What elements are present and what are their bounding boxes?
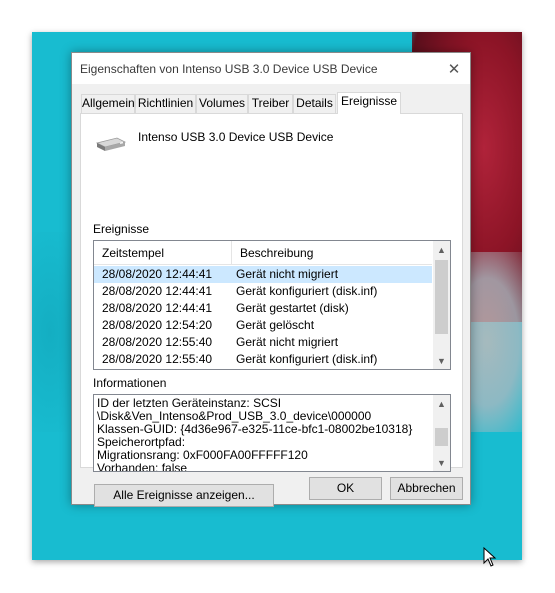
cancel-button[interactable]: Abbrechen: [390, 477, 463, 500]
information-text: ID der letzten Geräteinstanz: SCSI \Disk…: [97, 397, 432, 472]
event-row[interactable]: 28/08/2020 12:55:40 Gerät nicht migriert: [94, 334, 432, 351]
event-row[interactable]: 28/08/2020 12:55:40 Gerät konfiguriert (…: [94, 351, 432, 368]
usb-drive-icon: [95, 137, 127, 151]
tab-panel-ereignisse: Intenso USB 3.0 Device USB Device Ereign…: [80, 113, 463, 507]
show-all-events-button[interactable]: Alle Ereignisse anzeigen...: [94, 484, 274, 507]
events-scrollbar[interactable]: ▲ ▼: [433, 241, 450, 369]
event-description: Gerät gelöscht: [236, 318, 315, 332]
information-scrollbar[interactable]: ▲ ▼: [433, 395, 450, 471]
info-line: Vorhanden: false: [97, 461, 188, 472]
tab-ereignisse[interactable]: Ereignisse: [337, 92, 401, 114]
event-row[interactable]: 28/08/2020 12:54:20 Gerät gelöscht: [94, 317, 432, 334]
close-button[interactable]: ✕: [438, 53, 470, 84]
tab-allgemein[interactable]: Allgemein: [81, 94, 135, 113]
scroll-up-icon[interactable]: ▲: [433, 241, 450, 258]
event-timestamp: 28/08/2020 12:44:41: [102, 284, 213, 298]
event-timestamp: 28/08/2020 12:44:41: [102, 301, 213, 315]
event-row[interactable]: 28/08/2020 12:44:41 Gerät nicht migriert: [94, 266, 432, 283]
event-row[interactable]: 28/08/2020 12:44:41 Gerät gestartet (dis…: [94, 300, 432, 317]
properties-dialog: Eigenschaften von Intenso USB 3.0 Device…: [71, 52, 471, 507]
events-list[interactable]: Zeitstempel Beschreibung 28/08/2020 12:4…: [93, 240, 451, 370]
title-bar[interactable]: Eigenschaften von Intenso USB 3.0 Device…: [72, 53, 470, 84]
event-timestamp: 28/08/2020 12:55:40: [102, 335, 213, 349]
event-row[interactable]: 28/08/2020 12:44:41 Gerät konfiguriert (…: [94, 283, 432, 300]
tab-details[interactable]: Details: [293, 94, 336, 113]
event-timestamp: 28/08/2020 12:54:20: [102, 318, 213, 332]
event-description: Gerät konfiguriert (disk.inf): [236, 352, 378, 366]
event-description: Gerät gestartet (disk): [236, 301, 349, 315]
ok-button[interactable]: OK: [309, 477, 382, 500]
event-description: Gerät nicht migriert: [236, 267, 339, 281]
event-description: Gerät konfiguriert (disk.inf): [236, 284, 378, 298]
tab-treiber[interactable]: Treiber: [248, 94, 293, 113]
tab-volumes[interactable]: Volumes: [196, 94, 248, 113]
event-timestamp: 28/08/2020 12:44:41: [102, 267, 213, 281]
scroll-up-icon[interactable]: ▲: [433, 395, 450, 412]
scroll-down-icon[interactable]: ▼: [433, 352, 450, 369]
event-description: Gerät nicht migriert: [236, 335, 339, 349]
device-name: Intenso USB 3.0 Device USB Device: [138, 130, 334, 144]
scroll-down-icon[interactable]: ▼: [433, 454, 450, 471]
events-list-header: Zeitstempel Beschreibung: [94, 241, 432, 265]
scroll-thumb[interactable]: [435, 260, 448, 334]
information-section-label: Informationen: [93, 376, 167, 390]
tab-richtlinien[interactable]: Richtlinien: [135, 94, 196, 113]
event-timestamp: 28/08/2020 12:55:40: [102, 352, 213, 366]
information-textbox[interactable]: ID der letzten Geräteinstanz: SCSI \Disk…: [93, 394, 451, 472]
events-section-label: Ereignisse: [93, 222, 150, 236]
close-icon: ✕: [447, 60, 461, 78]
window-title: Eigenschaften von Intenso USB 3.0 Device…: [80, 62, 378, 76]
scroll-thumb[interactable]: [435, 428, 448, 446]
mouse-pointer-icon: [483, 547, 497, 567]
column-header-description[interactable]: Beschreibung: [232, 241, 432, 265]
column-header-timestamp[interactable]: Zeitstempel: [94, 241, 231, 265]
